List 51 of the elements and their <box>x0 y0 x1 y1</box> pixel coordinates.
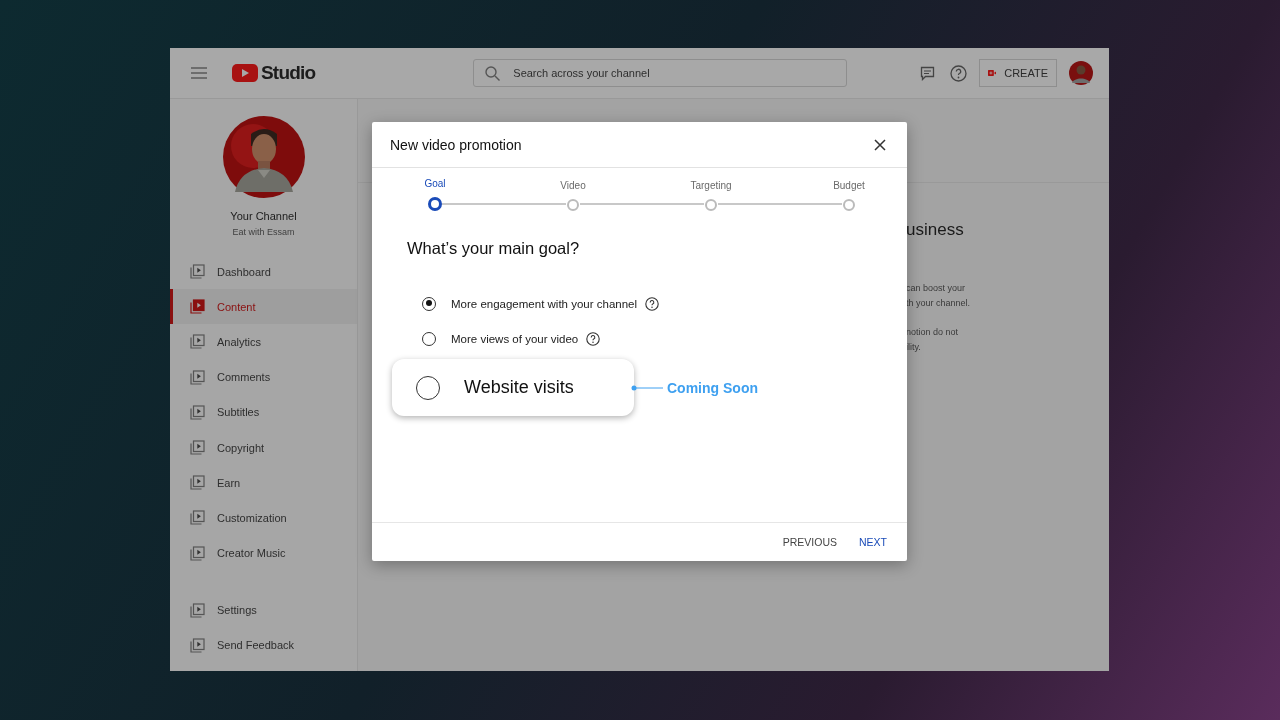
close-icon[interactable] <box>874 138 886 151</box>
sidebar-item[interactable]: Customization <box>170 500 357 536</box>
option-label: More views of your video <box>451 332 579 345</box>
video-stack-icon <box>190 334 205 350</box>
step-tab[interactable]: Video <box>543 180 603 211</box>
feedback-icon[interactable] <box>920 65 935 81</box>
video-stack-icon <box>190 637 205 653</box>
channel-name: Eat with Essam <box>232 227 295 237</box>
sidebar-item[interactable]: Dashboard <box>170 254 357 290</box>
video-stack-icon <box>190 440 205 456</box>
sidebar-item[interactable]: Subtitles <box>170 394 357 430</box>
sidebar-item[interactable]: Copyright <box>170 429 357 466</box>
question-heading: What’s your main goal? <box>407 239 581 258</box>
previous-button[interactable]: PREVIOUS <box>774 530 845 554</box>
option-card[interactable]: Website visits <box>392 359 634 416</box>
video-stack-icon <box>190 510 205 526</box>
help-icon[interactable] <box>586 331 601 346</box>
video-stack-icon <box>190 369 205 385</box>
channel-title: Your Channel <box>230 210 297 222</box>
help-icon[interactable] <box>645 296 660 311</box>
sidebar-item[interactable]: Earn <box>170 465 357 501</box>
video-stack-icon <box>190 299 205 315</box>
option-label: More engagement with your channel <box>451 297 638 310</box>
video-stack-icon <box>190 602 205 618</box>
step-tab[interactable]: Budget <box>819 180 879 211</box>
video-stack-icon <box>190 545 205 561</box>
coming-soon-label: Coming Soon <box>667 379 758 396</box>
logo-text: Studio <box>261 62 316 84</box>
sidebar-item[interactable]: Settings <box>170 592 357 628</box>
help-icon[interactable] <box>950 64 967 82</box>
sidebar-item[interactable]: Content <box>170 289 357 325</box>
option-label: Website visits <box>464 377 574 398</box>
sidebar-item[interactable]: Creator Music <box>170 535 357 571</box>
search-icon <box>485 65 501 81</box>
section-heading: usiness <box>906 220 965 240</box>
video-stack-icon <box>190 475 205 491</box>
description-text: notion do not ility. <box>906 326 960 354</box>
next-button[interactable]: NEXT <box>851 530 895 554</box>
step-tab[interactable]: Targeting <box>681 180 741 211</box>
create-button[interactable]: CREATE <box>979 59 1057 87</box>
sidebar-item[interactable]: Send Feedback <box>170 627 357 664</box>
play-logo-icon <box>232 64 258 82</box>
video-stack-icon <box>190 404 205 420</box>
video-stack-icon <box>190 264 205 280</box>
sidebar-item[interactable]: Comments <box>170 359 357 395</box>
leader-line <box>631 384 663 391</box>
step-tab[interactable]: Goal <box>405 178 465 211</box>
sidebar-item[interactable]: Analytics <box>170 324 357 360</box>
dialog-title: New video promotion <box>390 136 522 153</box>
search-field[interactable]: Search across your channel <box>473 59 848 87</box>
camera-icon <box>988 68 997 78</box>
